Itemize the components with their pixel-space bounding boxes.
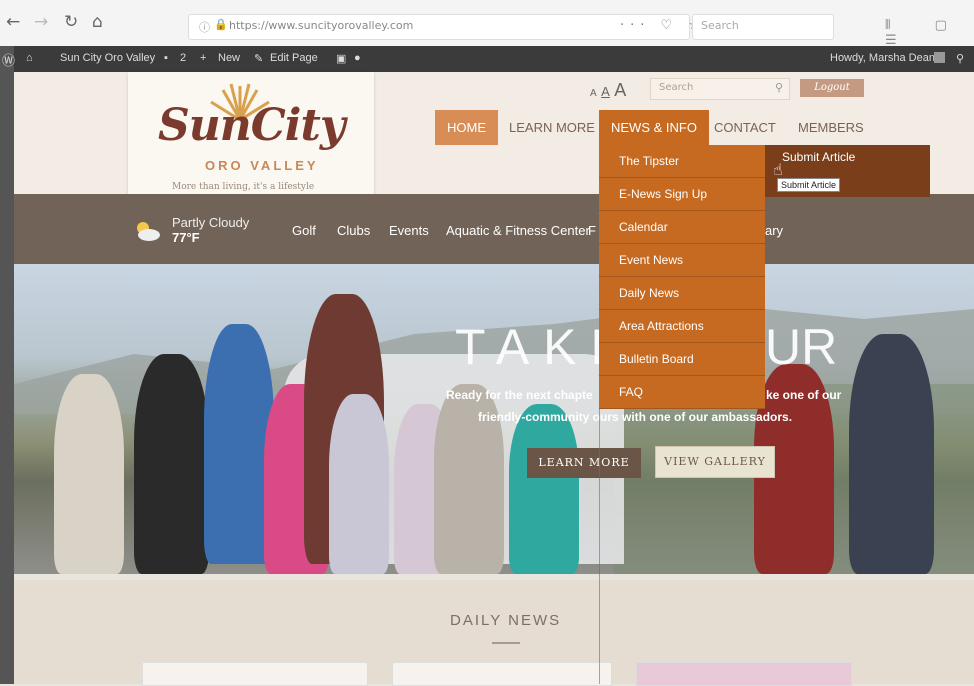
edit-icon[interactable]: ✎	[254, 52, 263, 65]
subnav-clubs[interactable]: Clubs	[337, 223, 370, 238]
news-card[interactable]	[142, 662, 368, 686]
person	[509, 404, 579, 574]
person	[134, 354, 209, 574]
search-icon[interactable]: ⚲	[956, 52, 964, 65]
yoast-icon[interactable]: ▣	[336, 52, 346, 65]
comments-count[interactable]: 2	[180, 52, 186, 64]
search-icon[interactable]: ⚲	[775, 81, 783, 94]
view-gallery-button[interactable]: VIEW GALLERY	[655, 446, 775, 478]
person	[849, 334, 934, 574]
nav-home[interactable]: HOME	[435, 110, 498, 145]
news-card[interactable]	[636, 662, 852, 686]
nav-members[interactable]: MEMBERS	[786, 110, 876, 145]
info-icon[interactable]: ⓘ	[199, 19, 210, 35]
new-link[interactable]: New	[218, 52, 240, 64]
wp-admin-bar: Ⓦ ⌂ Sun City Oro Valley ▪ 2 + New ✎ Edit…	[2, 46, 974, 72]
text-size-medium[interactable]: A	[601, 84, 610, 99]
nav-learn-more[interactable]: LEARN MORE	[497, 110, 607, 145]
hero-subtitle-line2: friendly-community ours with one of our …	[478, 410, 793, 424]
hero-title-end: UR	[765, 319, 838, 375]
avatar[interactable]	[934, 52, 945, 63]
text-size-large[interactable]: A	[614, 80, 626, 100]
url-text[interactable]: https://www.suncityorovalley.com	[229, 19, 413, 32]
howdy-user[interactable]: Howdy, Marsha Dean	[830, 52, 935, 64]
text-size-small[interactable]: A	[590, 88, 597, 99]
weather-temperature: 77°F	[172, 230, 200, 245]
divider-line	[599, 400, 600, 684]
hand-cursor-icon: ☝	[773, 160, 783, 179]
dropdown-item-area-attractions[interactable]: Area Attractions	[599, 310, 765, 343]
site-name-link[interactable]: Sun City Oro Valley	[60, 52, 155, 64]
forward-icon[interactable]: →	[34, 12, 48, 32]
subnav-events[interactable]: Events	[389, 223, 429, 238]
news-card[interactable]	[392, 662, 612, 686]
url-bar[interactable]: ⓘ 🔒 https://www.suncityorovalley.com	[188, 14, 690, 40]
wordpress-icon[interactable]: Ⓦ	[2, 50, 15, 69]
dropdown-item-bulletin-board[interactable]: Bulletin Board	[599, 343, 765, 376]
edit-page-link[interactable]: Edit Page	[270, 52, 318, 64]
dropdown-item-tipster[interactable]: The Tipster	[599, 145, 765, 178]
site-search-placeholder: Search	[659, 82, 694, 93]
dropdown-item-calendar[interactable]: Calendar	[599, 211, 765, 244]
logo-subtitle: ORO VALLEY	[205, 158, 319, 173]
library-sidebar-menu-icons[interactable]: ⫴ ▢ ☰	[885, 18, 974, 48]
window-edge	[0, 46, 14, 684]
heading-divider	[492, 642, 520, 644]
hero-subtitle-end: ke one of our	[766, 388, 842, 402]
nav-contact[interactable]: CONTACT	[702, 110, 788, 145]
person	[54, 374, 124, 574]
logo-wordmark: SunCity	[158, 100, 345, 151]
home-icon[interactable]: ⌂	[92, 12, 103, 32]
site-search-input[interactable]: Search ⚲	[650, 78, 790, 100]
subnav-partial-library[interactable]: ary	[765, 223, 783, 238]
partly-cloudy-icon	[137, 222, 160, 241]
dropdown-item-faq[interactable]: FAQ	[599, 376, 765, 409]
lock-icon: 🔒	[214, 18, 228, 31]
dashboard-icon[interactable]: ⌂	[26, 52, 33, 64]
status-dot-icon: ●	[354, 52, 361, 64]
news-info-dropdown: The Tipster E-News Sign Up Calendar Even…	[599, 145, 765, 409]
subnav-partial-f[interactable]: F	[588, 223, 596, 238]
tooltip: Submit Article	[777, 178, 841, 192]
learn-more-button[interactable]: LEARN MORE	[527, 448, 641, 478]
subnav-aquatic-fitness[interactable]: Aquatic & Fitness Center	[446, 223, 590, 238]
text-size-controls: A A A	[590, 80, 626, 101]
hero-subtitle-start: Ready for the next chapte	[446, 388, 593, 402]
browser-search-placeholder: Search	[701, 19, 739, 32]
dropdown-item-daily-news[interactable]: Daily News	[599, 277, 765, 310]
dropdown-item-enews-signup[interactable]: E-News Sign Up	[599, 178, 765, 211]
person	[329, 394, 389, 574]
new-icon[interactable]: +	[200, 52, 206, 64]
weather-condition: Partly Cloudy	[172, 215, 250, 230]
dropdown-item-event-news[interactable]: Event News	[599, 244, 765, 277]
daily-news-heading: DAILY NEWS	[450, 612, 562, 629]
logo-tagline: More than living, it's a lifestyle	[172, 182, 315, 192]
nav-news-info[interactable]: NEWS & INFO	[599, 110, 709, 145]
back-icon[interactable]: ←	[6, 12, 20, 32]
logout-button[interactable]: Logout	[800, 79, 864, 97]
submenu-item-submit-article[interactable]: Submit Article	[782, 150, 855, 164]
browser-toolbar: ← → ↻ ⌂ ⓘ 🔒 https://www.suncityorovalley…	[0, 0, 974, 48]
browser-search-input[interactable]: Search	[692, 14, 834, 40]
reload-icon[interactable]: ↻	[64, 12, 78, 32]
subnav-golf[interactable]: Golf	[292, 223, 316, 238]
comments-icon[interactable]: ▪	[164, 52, 168, 64]
